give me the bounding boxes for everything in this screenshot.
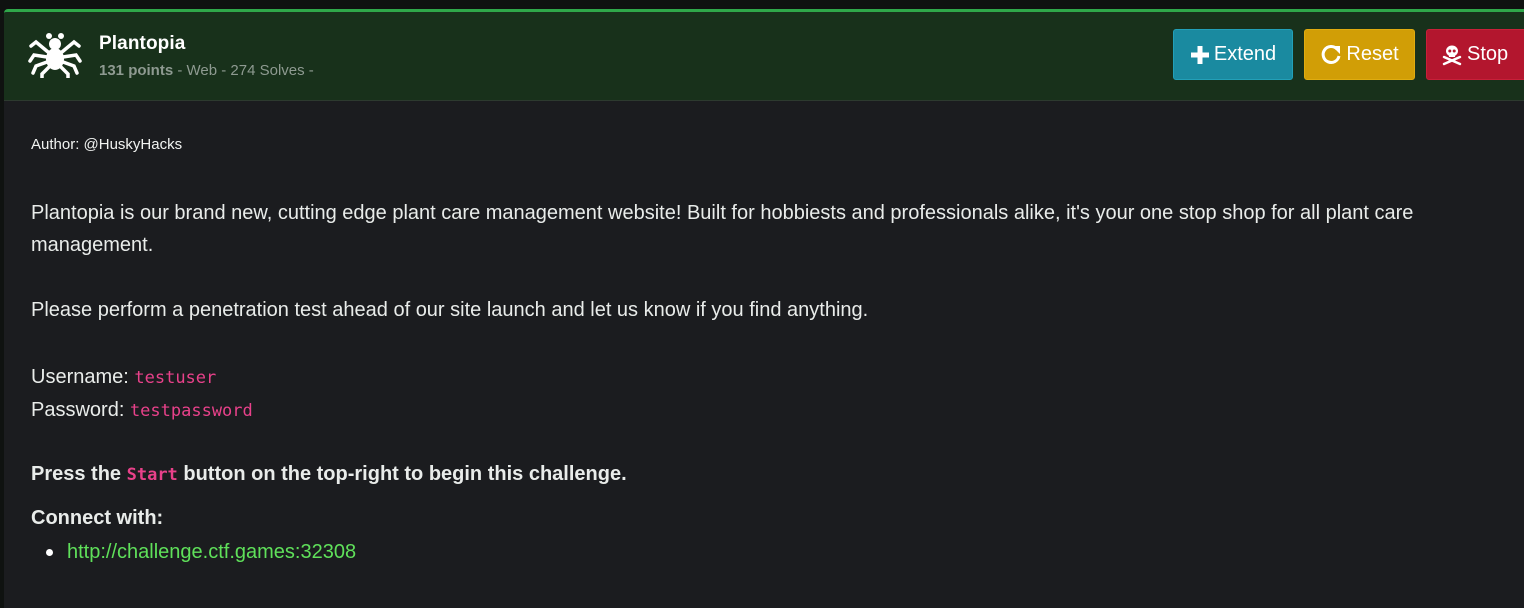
bullet (46, 549, 53, 556)
reset-button[interactable]: Reset (1304, 29, 1415, 80)
list-item: http://challenge.ctf.games:32308 (46, 536, 356, 568)
username-label: Username: (31, 366, 135, 388)
start-instructions: Press the Start button on the top-right … (31, 458, 627, 491)
username-line: Username: testuser (31, 361, 216, 394)
instructions-paragraph: Please perform a penetration test ahead … (31, 299, 869, 321)
connection-link[interactable]: http://challenge.ctf.games:32308 (67, 541, 356, 563)
challenge-points: 131 points (99, 62, 174, 79)
challenge-card: Plantopia 131 points - Web - 274 Solves … (4, 9, 1524, 608)
press-suffix: button on the top-right to begin this ch… (177, 463, 627, 485)
reset-button-label: Reset (1346, 43, 1399, 65)
plus-icon (1190, 45, 1210, 65)
challenge-title: Plantopia (99, 33, 186, 54)
stop-button[interactable]: Stop (1426, 29, 1524, 80)
press-prefix: Press the (31, 463, 127, 485)
password-line: Password: testpassword (31, 394, 253, 427)
start-code: Start (126, 465, 178, 485)
extend-button[interactable]: Extend (1173, 29, 1293, 80)
page-background: Plantopia 131 points - Web - 274 Solves … (0, 0, 1524, 608)
challenge-header: Plantopia 131 points - Web - 274 Solves … (4, 12, 1524, 101)
redo-icon (1320, 44, 1342, 66)
username-value: testuser (134, 368, 217, 388)
description-paragraph: Plantopia is our brand new, cutting edge… (31, 202, 1414, 256)
challenge-meta: 131 points - Web - 274 Solves - (99, 62, 314, 79)
password-value: testpassword (129, 401, 253, 421)
author-line: Author: @HuskyHacks (31, 136, 183, 153)
spider-icon (28, 33, 82, 78)
extend-button-label: Extend (1213, 43, 1277, 65)
stop-button-label: Stop (1467, 43, 1509, 65)
password-label: Password: (31, 399, 130, 421)
connect-label: Connect with: (31, 507, 164, 529)
challenge-meta-rest: - Web - 274 Solves - (173, 62, 314, 79)
skull-crossbones-icon (1441, 44, 1463, 66)
